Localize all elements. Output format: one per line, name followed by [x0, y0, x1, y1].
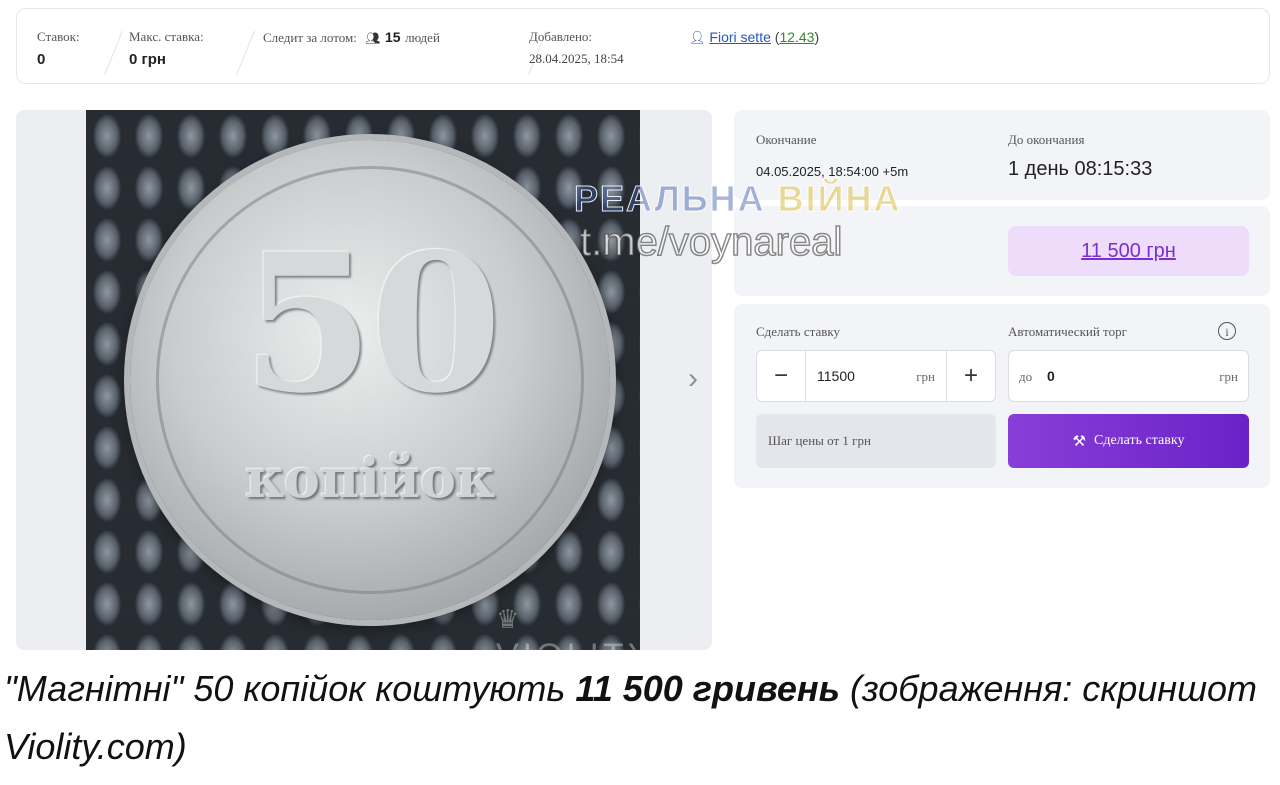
- end-label: Окончание: [756, 132, 817, 147]
- remaining-timer: 1 день 08:15:33: [1008, 158, 1153, 180]
- place-bid-button[interactable]: ⚒ Сделать ставку: [1008, 414, 1249, 468]
- site-watermark: ♛ VIOLITY: [496, 598, 640, 650]
- seller-name-link[interactable]: Fiori sette: [709, 29, 770, 45]
- added-stat: Добавлено: 28.04.2025, 18:54: [529, 29, 624, 67]
- seller-rating[interactable]: 12.43: [779, 29, 814, 45]
- current-price: 11 500 грн: [1081, 239, 1176, 262]
- bid-amount-stepper: − 11500 грн +: [756, 350, 996, 402]
- place-bid-label: Сделать ставку: [1094, 433, 1185, 448]
- site-watermark-text: VIOLITY: [496, 637, 640, 650]
- auto-bid-label: Автоматический торг: [1008, 324, 1127, 339]
- bids-label: Ставок:: [37, 29, 80, 44]
- watchers-count: 15: [384, 29, 401, 45]
- auto-bid-unit: грн: [1219, 369, 1238, 384]
- lot-stats-bar: Ставок: 0 Макс. ставка: 0 грн Следит за …: [16, 8, 1270, 84]
- caption-price: 11 500 гривень: [575, 668, 840, 709]
- crown-icon: ♛: [496, 604, 524, 634]
- lot-photo[interactable]: 50 копійок ♛ VIOLITY: [86, 110, 640, 650]
- max-bid-stat: Макс. ставка: 0 грн: [129, 29, 204, 68]
- divider: [104, 31, 123, 75]
- auto-bid-value: 0: [1047, 368, 1055, 384]
- price-step-text: Шаг цены от 1 грн: [768, 433, 871, 448]
- current-price-badge: 11 500 грн: [1008, 226, 1249, 276]
- bid-unit: грн: [916, 369, 935, 384]
- auto-bid-input[interactable]: до 0 грн: [1008, 350, 1249, 402]
- make-bid-label: Сделать ставку: [756, 324, 840, 339]
- news-caption: "Магнітні" 50 копійок коштують 11 500 гр…: [4, 660, 1274, 776]
- next-photo-arrow-icon[interactable]: ›: [688, 362, 698, 396]
- added-value: 28.04.2025, 18:54: [529, 51, 624, 66]
- people-icon: 👥︎: [365, 31, 381, 45]
- channel-link-watermark: t.me/voynareal: [579, 219, 843, 265]
- end-value: 04.05.2025, 18:54:00 +5m: [756, 164, 909, 179]
- remaining-label: До окончания: [1008, 132, 1085, 147]
- price-step-note: Шаг цены от 1 грн: [756, 414, 996, 468]
- gavel-icon: ⚒: [1072, 433, 1086, 450]
- seller-info: 👤︎ Fiori sette (12.43): [689, 29, 820, 45]
- channel-watermark: РЕАЛЬНА ВІЙНА: [574, 178, 901, 220]
- watchers-stat: Следит за лотом: 👥︎ 15 людей: [263, 29, 440, 47]
- bids-value: 0: [37, 51, 46, 68]
- channel-name-part1: РЕАЛЬНА: [574, 178, 766, 220]
- increase-bid-button[interactable]: +: [946, 351, 995, 401]
- watchers-suffix: людей: [405, 30, 440, 45]
- bid-amount-input[interactable]: 11500: [817, 368, 855, 384]
- coin-inscription: копійок: [244, 446, 496, 510]
- auto-bid-prefix: до: [1019, 369, 1033, 384]
- decrease-bid-button[interactable]: −: [757, 351, 806, 401]
- watchers-label: Следит за лотом:: [263, 30, 357, 45]
- user-icon: 👤︎: [689, 30, 706, 45]
- added-label: Добавлено:: [529, 29, 593, 44]
- caption-part1: "Магнітні" 50 копійок коштують: [4, 668, 576, 709]
- divider: [236, 31, 255, 75]
- info-icon[interactable]: i: [1218, 322, 1236, 340]
- max-bid-label: Макс. ставка:: [129, 29, 204, 44]
- bids-stat: Ставок: 0: [37, 29, 80, 68]
- channel-name-part2: ВІЙНА: [777, 178, 902, 220]
- coin-image: 50 копійок: [130, 140, 610, 620]
- max-bid-value: 0 грн: [129, 51, 166, 68]
- coin-denomination: 50: [241, 212, 502, 435]
